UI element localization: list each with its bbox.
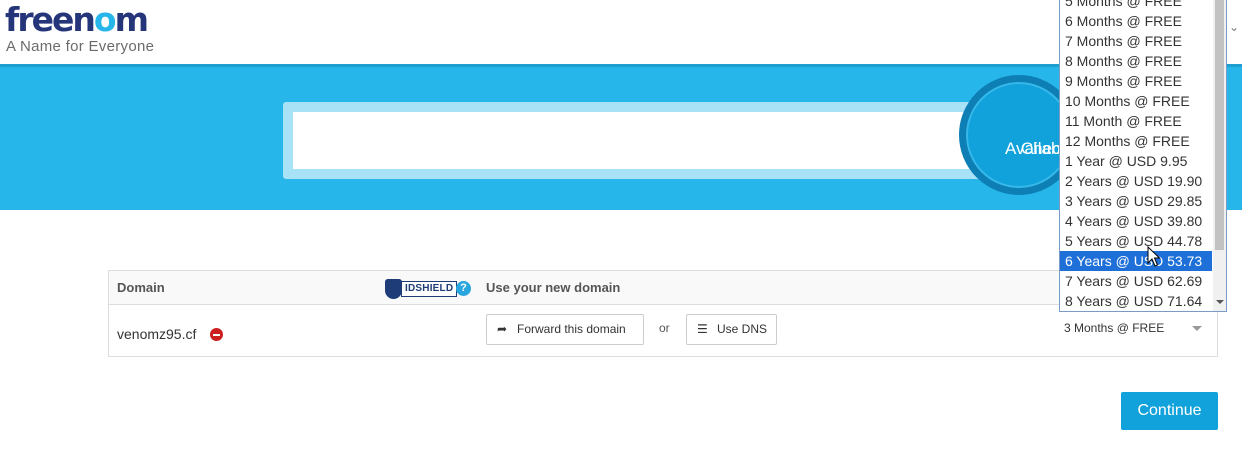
header-use-domain: Use your new domain [486, 280, 621, 295]
shield-icon [385, 279, 402, 299]
idshield-logo: IDSHIELD [381, 277, 458, 299]
help-circle-icon[interactable]: ? [456, 281, 471, 296]
period-select[interactable]: 3 Months @ FREE [1064, 321, 1164, 335]
table-header: Domain IDSHIELD ? Use your new domain [109, 271, 1217, 305]
period-option[interactable]: 2 Years @ USD 19.90 [1060, 171, 1212, 191]
chevron-down-icon[interactable]: ⌄ [1229, 20, 1239, 34]
continue-button[interactable]: Continue [1121, 392, 1218, 430]
period-option[interactable]: 10 Months @ FREE [1060, 91, 1212, 111]
remove-circle-icon[interactable] [210, 328, 223, 341]
header-domain: Domain [117, 280, 165, 295]
mouse-cursor-icon [1147, 246, 1161, 267]
use-dns-button[interactable]: ☰ Use DNS [686, 314, 777, 345]
scrollbar[interactable] [1213, 0, 1226, 311]
share-arrow-icon: ➦ [497, 322, 508, 336]
domain-table: Domain IDSHIELD ? Use your new domain ve… [108, 270, 1218, 357]
search-hero: Check Availability [0, 64, 1242, 210]
period-option[interactable]: 1 Year @ USD 9.95 [1060, 151, 1212, 171]
period-dropdown-list[interactable]: 5 Months @ FREE 6 Months @ FREE 7 Months @… [1059, 0, 1227, 312]
scroll-down-arrow-icon[interactable] [1216, 300, 1224, 304]
domain-search-input[interactable] [293, 112, 973, 169]
search-frame [283, 102, 983, 179]
or-separator: or [659, 321, 670, 335]
scrollbar-thumb[interactable] [1215, 0, 1224, 250]
chevron-down-icon[interactable] [1192, 326, 1202, 331]
domain-name: venomz95.cf [117, 326, 197, 342]
idshield-label: IDSHIELD [401, 281, 458, 297]
period-option[interactable]: 3 Years @ USD 29.85 [1060, 191, 1212, 211]
site-header: freenom A Name for Everyone ⌄ [0, 0, 1242, 64]
period-option[interactable]: 6 Years @ USD 53.73 [1060, 251, 1212, 271]
period-option[interactable]: 5 Years @ USD 44.78 [1060, 231, 1212, 251]
period-option[interactable]: 4 Years @ USD 39.80 [1060, 211, 1212, 231]
freenom-logo[interactable]: freenom [5, 2, 149, 38]
forward-domain-button[interactable]: ➦ Forward this domain [486, 314, 644, 345]
period-option[interactable]: 7 Months @ FREE [1060, 31, 1212, 51]
period-options: 5 Months @ FREE 6 Months @ FREE 7 Months @… [1060, 0, 1212, 311]
logo-tagline: A Name for Everyone [6, 38, 155, 55]
period-option[interactable]: 12 Months @ FREE [1060, 131, 1212, 151]
period-option[interactable]: 8 Months @ FREE [1060, 51, 1212, 71]
period-option[interactable]: 5 Months @ FREE [1060, 0, 1212, 11]
period-option[interactable]: 7 Years @ USD 62.69 [1060, 271, 1212, 291]
period-option[interactable]: 6 Months @ FREE [1060, 11, 1212, 31]
period-option[interactable]: 9 Months @ FREE [1060, 71, 1212, 91]
period-option[interactable]: 8 Years @ USD 71.64 [1060, 291, 1212, 311]
list-icon: ☰ [697, 322, 708, 336]
period-option[interactable]: 11 Month @ FREE [1060, 111, 1212, 131]
